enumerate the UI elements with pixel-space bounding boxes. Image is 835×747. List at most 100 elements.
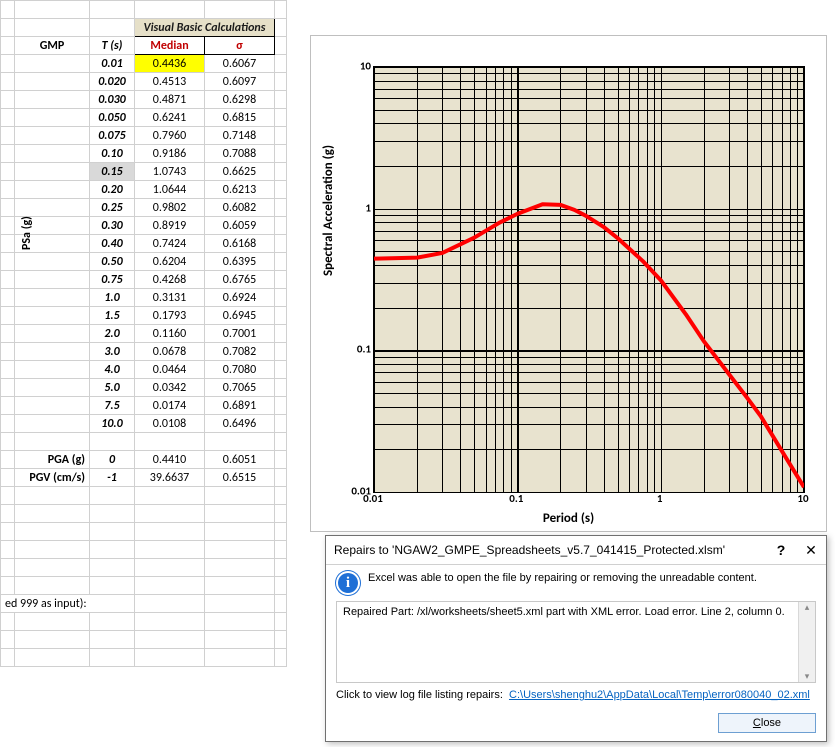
cell-median[interactable]: 0.4513: [135, 73, 205, 91]
cell-period[interactable]: 5.0: [90, 379, 135, 397]
y-tick: 1: [343, 201, 371, 214]
cell-sigma[interactable]: 0.6051: [205, 451, 275, 469]
cell-period[interactable]: 1.0: [90, 289, 135, 307]
cell-median[interactable]: 0.4871: [135, 91, 205, 109]
cell-median[interactable]: 0.9802: [135, 199, 205, 217]
close-button[interactable]: Close: [718, 713, 816, 733]
cell-period[interactable]: 4.0: [90, 361, 135, 379]
cell-period[interactable]: 0.75: [90, 271, 135, 289]
cell-period[interactable]: 3.0: [90, 343, 135, 361]
cell-median[interactable]: 0.4410: [135, 451, 205, 469]
x-tick: 10: [797, 492, 808, 505]
cell-period[interactable]: 2.0: [90, 325, 135, 343]
cell-sigma[interactable]: 0.6815: [205, 109, 275, 127]
cell-sigma[interactable]: 0.6213: [205, 181, 275, 199]
scrollbar[interactable]: ▴ ▾: [798, 602, 815, 682]
cell-period[interactable]: 7.5: [90, 397, 135, 415]
cell-sigma[interactable]: 0.6625: [205, 163, 275, 181]
scroll-up-icon[interactable]: ▴: [799, 602, 815, 613]
header-sigma: σ: [205, 37, 275, 55]
cell-sigma[interactable]: 0.7080: [205, 361, 275, 379]
cell-sigma[interactable]: 0.7088: [205, 145, 275, 163]
cell-period[interactable]: 0.030: [90, 91, 135, 109]
y-tick: 0.1: [343, 343, 371, 356]
cell-period[interactable]: 0.020: [90, 73, 135, 91]
cell-period[interactable]: 0.40: [90, 235, 135, 253]
cell-median[interactable]: 0.4268: [135, 271, 205, 289]
cell-period[interactable]: 0.50: [90, 253, 135, 271]
row-label: PGV (cm/s): [15, 469, 90, 487]
cell-median[interactable]: 1.0644: [135, 181, 205, 199]
cell-sigma[interactable]: 0.6059: [205, 217, 275, 235]
cell-median[interactable]: 0.0678: [135, 343, 205, 361]
cell-period[interactable]: 0.10: [90, 145, 135, 163]
cell-median[interactable]: 1.0743: [135, 163, 205, 181]
cell-median[interactable]: 0.4436: [135, 55, 205, 73]
cell-median[interactable]: 0.7424: [135, 235, 205, 253]
cell-median[interactable]: 0.8919: [135, 217, 205, 235]
cell-median[interactable]: 0.1793: [135, 307, 205, 325]
cell-period[interactable]: 0.075: [90, 127, 135, 145]
cell-median[interactable]: 0.6204: [135, 253, 205, 271]
cell-period[interactable]: 0.30: [90, 217, 135, 235]
dialog-close-button[interactable]: ✕: [796, 536, 826, 564]
cell-period[interactable]: -1: [90, 469, 135, 487]
cell-sigma[interactable]: 0.7082: [205, 343, 275, 361]
dialog-titlebar[interactable]: Repairs to 'NGAW2_GMPE_Spreadsheets_v5.7…: [326, 536, 826, 564]
header-median: Median: [135, 37, 205, 55]
cell-sigma[interactable]: 0.6515: [205, 469, 275, 487]
chart-series-line: [374, 204, 804, 487]
dialog-log-content: Repaired Part: /xl/worksheets/sheet5.xml…: [343, 606, 785, 618]
row-label: PGA (g): [15, 451, 90, 469]
cell-sigma[interactable]: 0.6298: [205, 91, 275, 109]
cell-period[interactable]: 0.050: [90, 109, 135, 127]
dialog-help-button[interactable]: ?: [766, 536, 796, 564]
cell-median[interactable]: 0.6241: [135, 109, 205, 127]
cell-sigma[interactable]: 0.6067: [205, 55, 275, 73]
cell-median[interactable]: 0.7960: [135, 127, 205, 145]
cell-period[interactable]: 0.25: [90, 199, 135, 217]
cell-sigma[interactable]: 0.6097: [205, 73, 275, 91]
header-gmp: GMP: [15, 37, 90, 55]
cell-sigma[interactable]: 0.6168: [205, 235, 275, 253]
cell-sigma[interactable]: 0.6082: [205, 199, 275, 217]
header-vbc: Visual Basic Calculations: [135, 19, 275, 37]
cell-sigma[interactable]: 0.6496: [205, 415, 275, 433]
chart-x-axis-title: Period (s): [311, 511, 826, 526]
cell-period[interactable]: 10.0: [90, 415, 135, 433]
info-icon: i: [336, 571, 360, 595]
cell-sigma[interactable]: 0.6945: [205, 307, 275, 325]
cell-period[interactable]: 0.01: [90, 55, 135, 73]
cell-sigma[interactable]: 0.7148: [205, 127, 275, 145]
cell-median[interactable]: 0.0342: [135, 379, 205, 397]
cell-period[interactable]: 0.20: [90, 181, 135, 199]
cell-sigma[interactable]: 0.6891: [205, 397, 275, 415]
cell-median[interactable]: 0.0174: [135, 397, 205, 415]
cell-median[interactable]: 0.9186: [135, 145, 205, 163]
cell-sigma[interactable]: 0.6395: [205, 253, 275, 271]
chart-container: Spectral Acceleration (g) Period (s) 0.0…: [310, 35, 827, 532]
dialog-log-textarea[interactable]: Repaired Part: /xl/worksheets/sheet5.xml…: [336, 601, 816, 683]
dialog-title-text: Repairs to 'NGAW2_GMPE_Spreadsheets_v5.7…: [334, 543, 725, 557]
plot-area: [373, 66, 805, 493]
x-tick: 1: [657, 492, 663, 505]
dialog-message: Excel was able to open the file by repai…: [368, 571, 757, 585]
cell-median[interactable]: 0.0108: [135, 415, 205, 433]
cell-median[interactable]: 39.6637: [135, 469, 205, 487]
scroll-down-icon[interactable]: ▾: [799, 671, 815, 682]
cell-period[interactable]: 0: [90, 451, 135, 469]
cell-sigma[interactable]: 0.7001: [205, 325, 275, 343]
dialog-log-link[interactable]: C:\Users\shenghu2\AppData\Local\Temp\err…: [509, 689, 810, 701]
footer-note: ed 999 as input):: [1, 595, 135, 613]
cell-sigma[interactable]: 0.6765: [205, 271, 275, 289]
cell-period[interactable]: 0.15: [90, 163, 135, 181]
cell-median[interactable]: 0.3131: [135, 289, 205, 307]
x-tick: 0.01: [363, 492, 383, 505]
cell-median[interactable]: 0.1160: [135, 325, 205, 343]
header-t: T (s): [90, 37, 135, 55]
cell-period[interactable]: 1.5: [90, 307, 135, 325]
cell-sigma[interactable]: 0.6924: [205, 289, 275, 307]
cell-sigma[interactable]: 0.7065: [205, 379, 275, 397]
x-tick: 0.1: [509, 492, 523, 505]
cell-median[interactable]: 0.0464: [135, 361, 205, 379]
